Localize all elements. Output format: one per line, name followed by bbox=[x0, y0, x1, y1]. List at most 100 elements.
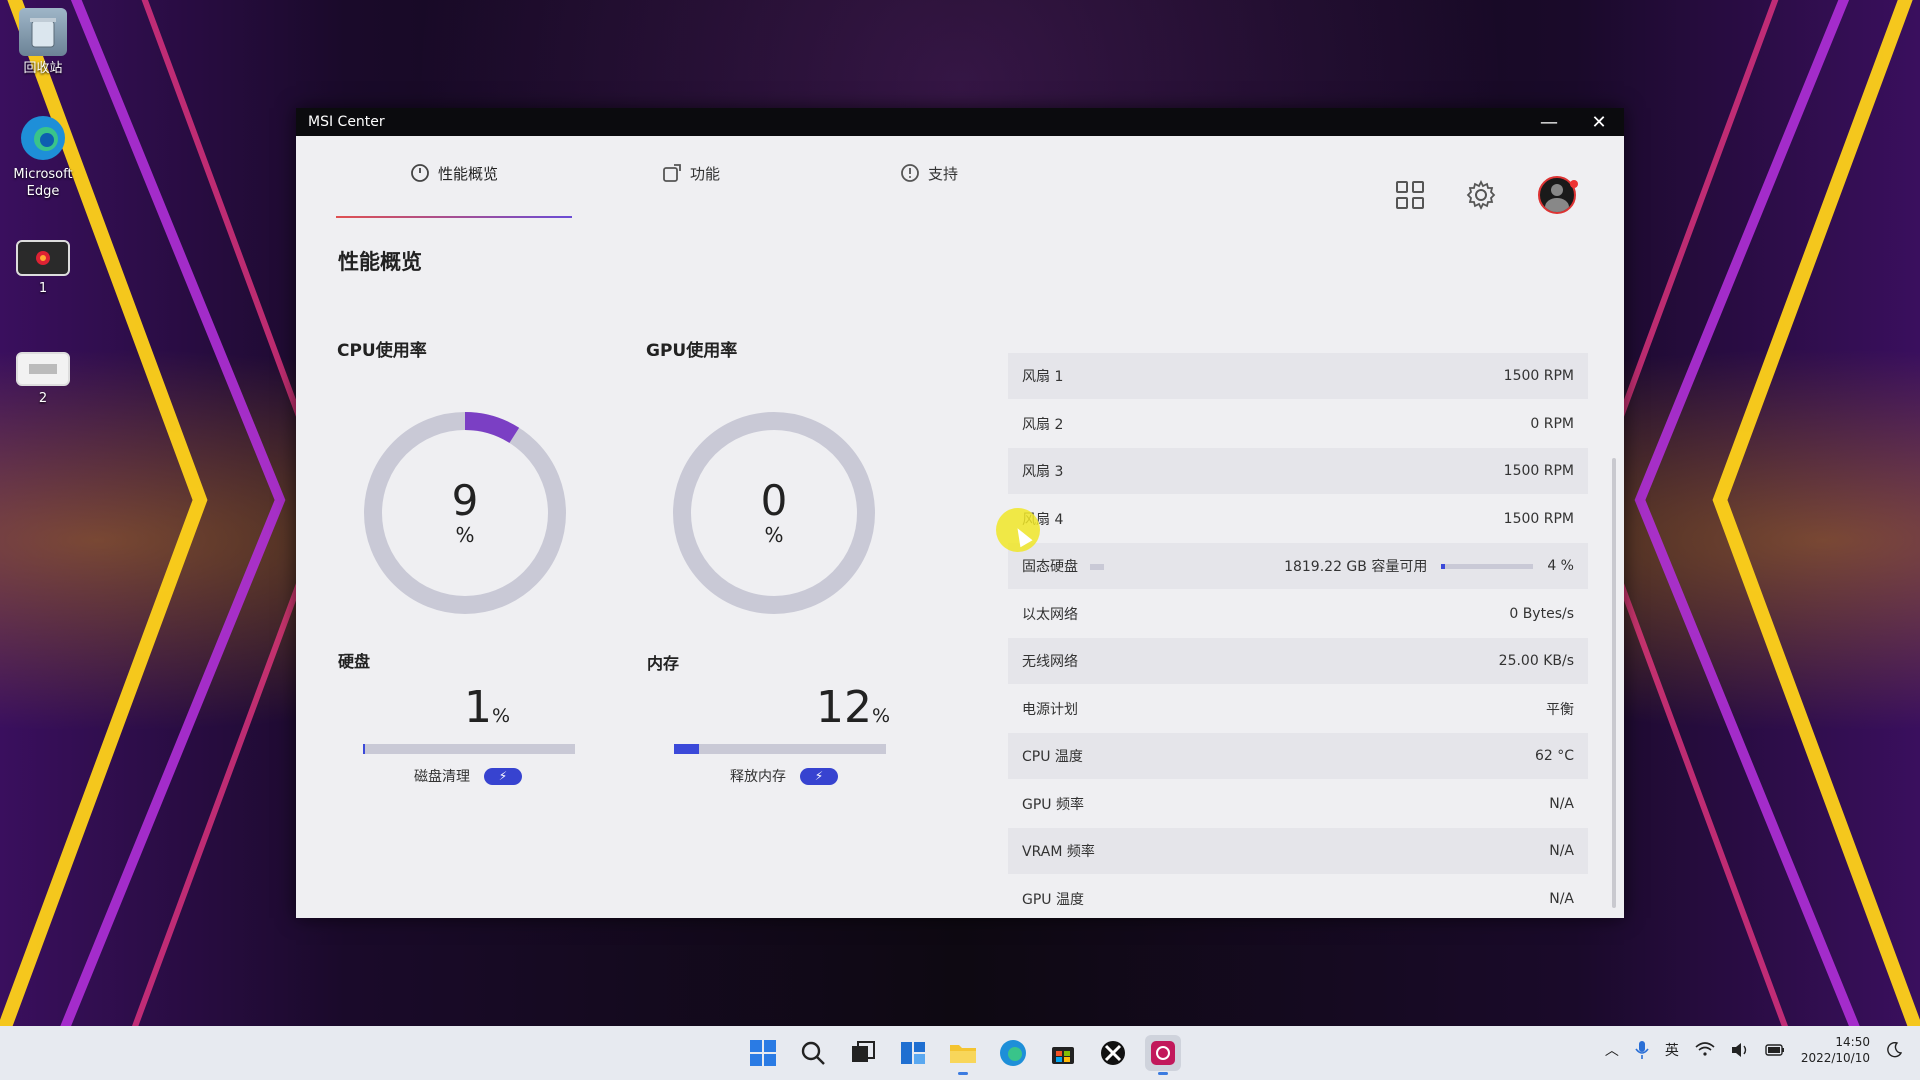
stat-row-wireless: 无线网络 25.00 KB/s bbox=[1008, 638, 1588, 684]
memory-label: 内存 bbox=[647, 654, 680, 673]
desktop-icon-edge[interactable]: Microsoft Edge bbox=[8, 114, 78, 200]
stat-row-power-plan: 电源计划 平衡 bbox=[1022, 701, 1574, 718]
recycle-bin-icon bbox=[19, 8, 67, 56]
desktop-icon-video-2[interactable]: 2 bbox=[8, 352, 78, 407]
volume-icon[interactable] bbox=[1731, 1042, 1749, 1058]
free-memory-button[interactable]: ⚡ bbox=[800, 767, 838, 785]
stat-row-cpu-temp: CPU 温度 62 °C bbox=[1008, 733, 1588, 779]
apps-grid-icon[interactable] bbox=[1396, 181, 1424, 209]
moon-icon[interactable] bbox=[1886, 1042, 1902, 1058]
top-navigation: 性能概览 功能 支持 bbox=[296, 136, 1624, 218]
file-explorer-button[interactable] bbox=[945, 1035, 981, 1075]
gpu-usage-label: GPU使用率 bbox=[646, 341, 738, 361]
edge-taskbar-button[interactable] bbox=[995, 1035, 1031, 1071]
stat-row-fan-1: 风扇 1 1500 RPM bbox=[1008, 353, 1588, 399]
cpu-gauge: 9 % bbox=[362, 410, 568, 616]
search-button[interactable] bbox=[795, 1035, 831, 1071]
tab-label: 性能概览 bbox=[438, 164, 499, 183]
stat-row-fan-4: 风扇 4 1500 RPM bbox=[1022, 510, 1574, 528]
title-bar[interactable]: MSI Center — ✕ bbox=[296, 108, 1624, 136]
disk-usage-bar bbox=[363, 744, 575, 754]
memory-usage-bar bbox=[674, 744, 886, 754]
xbox-button[interactable] bbox=[1095, 1035, 1131, 1071]
clock[interactable]: 14:50 2022/10/10 bbox=[1801, 1034, 1870, 1066]
clock-date: 2022/10/10 bbox=[1800, 1051, 1870, 1065]
stat-row-fan-2: 风扇 20 RPM bbox=[1022, 415, 1574, 433]
disk-cleanup-button[interactable]: ⚡ bbox=[484, 767, 522, 785]
task-view-icon bbox=[852, 1041, 875, 1062]
video-file-icon bbox=[16, 352, 70, 386]
close-button[interactable]: ✕ bbox=[1574, 108, 1624, 136]
battery-icon[interactable] bbox=[1765, 1043, 1785, 1057]
microphone-icon[interactable] bbox=[1635, 1040, 1649, 1060]
stat-row-fan-3: 风扇 3 1500 RPM bbox=[1008, 448, 1588, 494]
memory-usage-value: 12% bbox=[816, 682, 891, 733]
store-icon bbox=[1052, 1047, 1074, 1064]
stat-row-ssd: 固态硬盘 1819.22 GB 容量可用 4 % bbox=[1008, 543, 1588, 589]
stat-row-ethernet: 以太网络 0 Bytes/s bbox=[1022, 605, 1574, 623]
search-icon bbox=[801, 1041, 825, 1065]
tab-support[interactable]: 支持 bbox=[900, 154, 958, 192]
chevron-up-icon[interactable]: ︿ bbox=[1605, 1040, 1619, 1060]
taskbar: ︿ 英 14:50 2022/10/10 bbox=[0, 1026, 1920, 1080]
gpu-usage-unit: % bbox=[764, 523, 784, 547]
store-button[interactable] bbox=[1045, 1035, 1081, 1071]
header-actions bbox=[1396, 176, 1576, 214]
stat-row-vram-freq: VRAM 频率 N/A bbox=[1008, 828, 1588, 874]
task-view-button[interactable] bbox=[845, 1035, 881, 1071]
active-tab-indicator bbox=[336, 216, 572, 218]
features-icon bbox=[663, 164, 681, 182]
desktop-icon-video-1[interactable]: 1 bbox=[8, 240, 78, 297]
tab-label: 功能 bbox=[690, 164, 721, 183]
lightning-icon: ⚡ bbox=[814, 769, 824, 783]
start-button[interactable] bbox=[745, 1035, 781, 1071]
tab-performance[interactable]: 性能概览 bbox=[410, 154, 498, 192]
window-title: MSI Center bbox=[308, 114, 385, 130]
gpu-usage-value: 0 bbox=[760, 476, 788, 525]
xbox-icon bbox=[1101, 1041, 1125, 1065]
widgets-button[interactable] bbox=[895, 1035, 931, 1071]
msi-center-window: MSI Center — ✕ 性能概览 功能 支持 性能概览 CPU使用率 9 … bbox=[296, 108, 1624, 918]
stats-list: 风扇 1 1500 RPM 风扇 20 RPM 风扇 3 1500 RPM 风扇 4… bbox=[1008, 353, 1588, 923]
stat-row-gpu-freq: GPU 频率 N/A bbox=[1022, 795, 1574, 813]
tab-features[interactable]: 功能 bbox=[662, 154, 720, 192]
notification-dot bbox=[1570, 180, 1578, 188]
msi-center-icon bbox=[1151, 1041, 1175, 1065]
cpu-usage-label: CPU使用率 bbox=[337, 341, 427, 361]
tab-label: 支持 bbox=[928, 164, 959, 183]
lightning-icon: ⚡ bbox=[498, 769, 508, 783]
stat-row-gpu-temp: GPU 温度 N/A bbox=[1022, 890, 1574, 908]
gpu-gauge: 0 % bbox=[671, 410, 877, 616]
page-title: 性能概览 bbox=[338, 250, 422, 274]
gear-icon[interactable] bbox=[1466, 180, 1496, 210]
desktop-icon-recycle-bin[interactable]: 回收站 bbox=[8, 8, 78, 77]
disk-label: 硬盘 bbox=[338, 652, 371, 671]
disk-cleanup: 磁盘清理 ⚡ bbox=[414, 766, 522, 786]
cpu-usage-unit: % bbox=[455, 523, 475, 547]
performance-icon bbox=[411, 164, 429, 182]
minimize-button[interactable]: — bbox=[1524, 108, 1574, 136]
edge-icon bbox=[1000, 1040, 1026, 1066]
disk-cleanup-label: 磁盘清理 bbox=[414, 769, 470, 785]
cpu-usage-value: 9 bbox=[451, 476, 479, 525]
support-icon bbox=[901, 164, 919, 182]
edge-icon bbox=[19, 114, 67, 162]
ssd-free-space: 1819.22 GB 容量可用 bbox=[1284, 559, 1428, 575]
folder-icon bbox=[950, 1045, 976, 1063]
wifi-icon[interactable] bbox=[1695, 1042, 1715, 1058]
taskbar-apps bbox=[745, 1035, 1181, 1075]
system-tray: ︿ 英 14:50 2022/10/10 bbox=[1605, 1034, 1902, 1066]
msi-center-taskbar-button[interactable] bbox=[1145, 1035, 1181, 1075]
free-memory: 释放内存 ⚡ bbox=[730, 766, 838, 786]
windows-start-icon bbox=[750, 1040, 776, 1066]
memory-usage-fill bbox=[674, 744, 700, 754]
widgets-icon bbox=[901, 1042, 925, 1064]
input-method-indicator[interactable]: 英 bbox=[1665, 1040, 1679, 1060]
disk-usage-fill bbox=[363, 744, 366, 754]
video-file-icon bbox=[16, 240, 70, 276]
ssd-usage-fill bbox=[1441, 563, 1445, 569]
stats-scrollbar[interactable] bbox=[1612, 458, 1616, 908]
disk-usage-value: 1% bbox=[464, 682, 511, 733]
ssd-usage-bar bbox=[1441, 563, 1534, 569]
free-memory-label: 释放内存 bbox=[730, 769, 786, 785]
